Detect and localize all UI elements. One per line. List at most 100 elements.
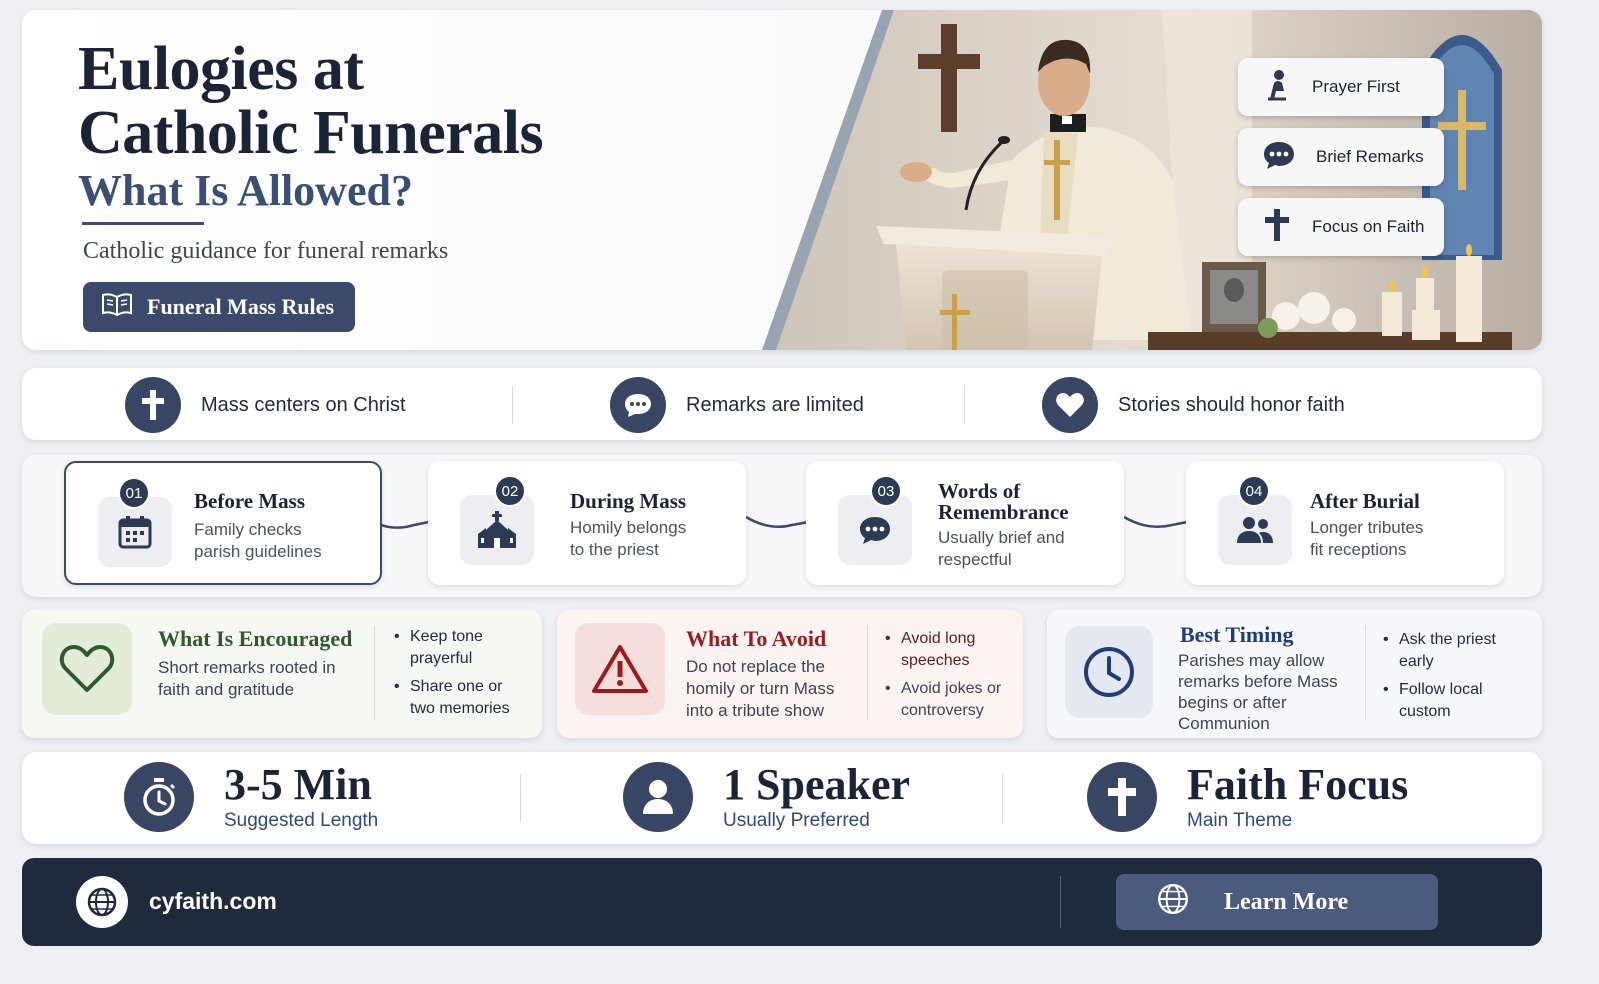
open-book-icon <box>101 292 133 322</box>
card-text-line4: Communion <box>1178 714 1270 733</box>
hero-subtitle: Catholic guidance for funeral remarks <box>83 238 449 264</box>
timeline-panel: 01 Before Mass Family checks parish guid… <box>22 455 1542 597</box>
praying-person-icon <box>1262 69 1292 106</box>
divider <box>1060 876 1061 928</box>
stat-caption: Suggested Length <box>224 810 379 831</box>
timeline-step-words-of-remembrance[interactable]: 03 Words of Remembrance Usually brief an… <box>806 461 1124 585</box>
principle-remarks-are-limited: Remarks are limited <box>610 377 864 433</box>
step-number: 02 <box>494 475 526 507</box>
list-item: Ask the priestearly <box>1381 629 1496 673</box>
speech-bubble-icon <box>1262 140 1296 175</box>
card-text-line2: faith and gratitude <box>158 680 295 699</box>
stat-suggested-length: 3-5 Min Suggested Length <box>124 762 378 832</box>
person-icon <box>623 762 693 832</box>
card-text-line2: homily or turn Mass <box>686 679 835 698</box>
divider <box>520 774 521 822</box>
card-text-line2: remarks before Mass <box>1178 672 1338 691</box>
step-desc-line1: Longer tributes <box>1310 518 1424 537</box>
step-desc-line2: respectful <box>938 550 1012 569</box>
hero-title-question: What Is Allowed? <box>78 166 413 215</box>
card-text-line1: Short remarks rooted in <box>158 658 336 677</box>
cross-icon <box>1087 762 1157 832</box>
card-what-is-encouraged: What Is Encouraged Short remarks rooted … <box>22 610 542 738</box>
stats-bar: 3-5 Min Suggested Length 1 Speaker Usual… <box>22 752 1542 844</box>
pill-prayer-first-label: Prayer First <box>1312 77 1400 96</box>
step-title-line1: Words of <box>938 479 1021 503</box>
divider <box>867 626 868 720</box>
step-number: 03 <box>870 475 902 507</box>
title-underline <box>82 222 204 225</box>
principle-stories-honor-faith: Stories should honor faith <box>1042 377 1345 433</box>
divider <box>374 626 375 720</box>
cross-icon <box>1262 208 1292 247</box>
card-title: What To Avoid <box>686 626 827 651</box>
avoid-list: Avoid longspeeches Avoid jokes orcontrov… <box>883 628 1001 728</box>
step-title: Before Mass <box>194 489 305 513</box>
divider <box>964 386 965 424</box>
card-text-line3: begins or after <box>1178 693 1287 712</box>
list-item: Share one ortwo memories <box>392 676 510 720</box>
globe-icon <box>76 876 128 928</box>
step-title-line2: Remembrance <box>938 500 1069 524</box>
card-what-to-avoid: What To Avoid Do not replace the homily … <box>557 610 1023 738</box>
principle-mass-centers-on-christ: Mass centers on Christ <box>125 377 406 433</box>
timeline-step-before-mass[interactable]: 01 Before Mass Family checks parish guid… <box>64 461 382 585</box>
speech-bubble-icon <box>610 377 666 433</box>
card-best-timing: Best Timing Parishes may allow remarks b… <box>1047 610 1542 738</box>
stat-caption: Main Theme <box>1187 810 1293 831</box>
divider <box>1365 626 1366 720</box>
step-desc-line2: parish guidelines <box>194 542 322 561</box>
step-desc-line1: Family checks <box>194 520 302 539</box>
timeline-step-after-burial[interactable]: 04 After Burial Longer tributes fit rece… <box>1186 461 1504 585</box>
timing-list: Ask the priestearly Follow localcustom <box>1381 629 1496 729</box>
footer-bar: cyfaith.com Learn More <box>22 858 1542 946</box>
pill-brief-remarks[interactable]: Brief Remarks <box>1238 128 1444 186</box>
church-icon <box>460 495 534 565</box>
pill-focus-on-faith-label: Focus on Faith <box>1312 217 1425 236</box>
step-desc-line1: Homily belongs <box>570 518 687 537</box>
hero-title-line1: Eulogies at <box>78 35 364 103</box>
card-text-line1: Parishes may allow <box>1178 651 1325 670</box>
stat-caption: Usually Preferred <box>723 810 870 831</box>
site-link[interactable]: cyfaith.com <box>149 888 277 915</box>
timeline-step-during-mass[interactable]: 02 During Mass Homily belongs to the pri… <box>428 461 746 585</box>
stat-speaker: 1 Speaker Usually Preferred <box>623 762 910 832</box>
step-number: 01 <box>118 477 150 509</box>
heart-icon <box>1042 377 1098 433</box>
step-title: During Mass <box>570 489 687 513</box>
principle-label: Mass centers on Christ <box>201 393 406 416</box>
hero-title-line2: Catholic Funerals <box>78 99 544 167</box>
list-item: Avoid longspeeches <box>883 628 1001 672</box>
stat-faith-focus: Faith Focus Main Theme <box>1087 762 1408 832</box>
card-title: What Is Encouraged <box>158 626 353 651</box>
stopwatch-icon <box>124 762 194 832</box>
warning-icon <box>575 623 665 715</box>
clock-icon <box>1065 626 1153 718</box>
heart-outline-icon <box>42 623 132 715</box>
step-desc-line2: to the priest <box>570 540 659 559</box>
learn-more-button[interactable]: Learn More <box>1116 874 1438 930</box>
divider <box>512 386 513 424</box>
pill-prayer-first[interactable]: Prayer First <box>1238 58 1444 116</box>
step-desc-line1: Usually brief and <box>938 528 1065 547</box>
stat-value: Faith Focus <box>1187 760 1409 809</box>
divider <box>1002 774 1003 822</box>
principle-label: Stories should honor faith <box>1118 393 1345 416</box>
funeral-mass-rules-button[interactable]: Funeral Mass Rules <box>83 282 355 332</box>
learn-more-label: Learn More <box>1224 888 1349 915</box>
encouraged-list: Keep toneprayerful Share one ortwo memor… <box>392 626 510 726</box>
principle-label: Remarks are limited <box>686 393 864 416</box>
card-title: Best Timing <box>1180 622 1294 647</box>
globe-icon <box>1156 882 1190 923</box>
cross-icon <box>125 377 181 433</box>
funeral-mass-rules-label: Funeral Mass Rules <box>147 294 334 319</box>
list-item: Avoid jokes orcontroversy <box>883 678 1001 722</box>
stat-value: 3-5 Min <box>224 760 372 809</box>
hero-banner: Eulogies at Catholic Funerals What Is Al… <box>22 10 1542 350</box>
step-number: 04 <box>1238 475 1270 507</box>
pill-focus-on-faith[interactable]: Focus on Faith <box>1238 198 1444 256</box>
step-title: After Burial <box>1310 489 1420 513</box>
stat-value: 1 Speaker <box>723 760 910 809</box>
list-item: Keep toneprayerful <box>392 626 510 670</box>
card-text-line3: into a tribute show <box>686 701 824 720</box>
